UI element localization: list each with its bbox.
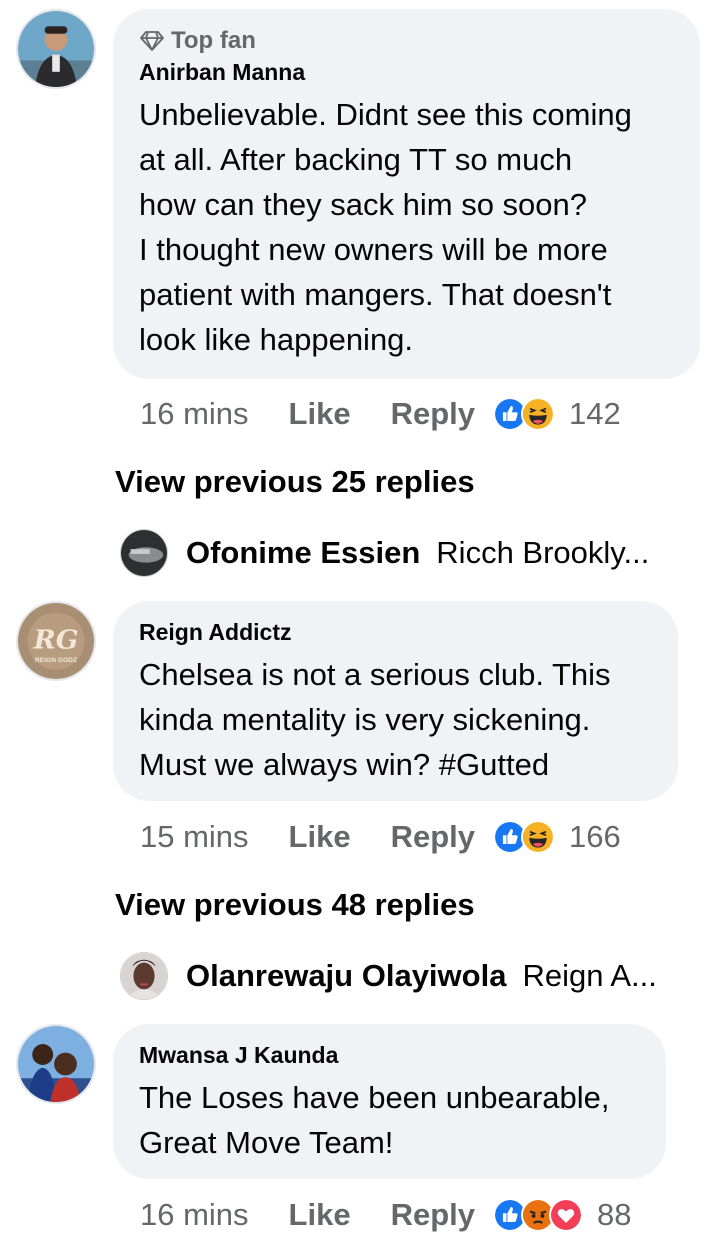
reactions[interactable] xyxy=(493,820,555,854)
reaction-count[interactable]: 88 xyxy=(597,1197,631,1233)
avatar[interactable] xyxy=(16,9,96,89)
comment-text-line: how can they sack him so soon? xyxy=(139,187,588,222)
like-button[interactable]: Like xyxy=(289,396,351,432)
reply-button[interactable]: Reply xyxy=(391,1197,475,1233)
haha-reaction-icon xyxy=(521,397,555,431)
comment-author[interactable]: Anirban Manna xyxy=(139,59,674,86)
latest-reply-preview[interactable]: Ofonime Essien Ricch Brookly... xyxy=(120,527,649,579)
comment-bubble: Mwansa J Kaunda The Loses have been unbe… xyxy=(113,1024,666,1179)
reply-author[interactable]: Ofonime Essien xyxy=(186,535,420,571)
comment-author[interactable]: Reign Addictz xyxy=(139,619,652,646)
avatar-logo-text: REIGN GODZ xyxy=(35,657,77,664)
comment-text-line: The Loses have been unbearable, xyxy=(139,1080,610,1115)
comment-meta: 15 mins Like Reply 166 xyxy=(140,817,621,857)
reply-snippet: Reign A... xyxy=(522,958,657,993)
comment-bubble: Reign Addictz Chelsea is not a serious c… xyxy=(113,601,678,801)
top-fan-label: Top fan xyxy=(171,27,256,54)
comment-text-line: at all. After backing TT so much xyxy=(139,142,573,177)
timestamp[interactable]: 15 mins xyxy=(140,819,249,855)
comment-author[interactable]: Mwansa J Kaunda xyxy=(139,1042,640,1069)
avatar[interactable]: RG REIGN GODZ xyxy=(16,601,96,681)
latest-reply-preview[interactable]: Olanrewaju Olayiwola Reign A... xyxy=(120,950,657,1002)
comment-text-line: kinda mentality is very sickening. xyxy=(139,702,591,737)
view-previous-replies-link[interactable]: View previous 25 replies xyxy=(115,464,475,500)
reply-author[interactable]: Olanrewaju Olayiwola xyxy=(186,958,506,994)
comment-meta: 16 mins Like Reply 88 xyxy=(140,1195,631,1235)
avatar[interactable] xyxy=(120,529,168,577)
avatar[interactable] xyxy=(16,1024,96,1104)
comment-bubble: Top fan Anirban Manna Unbelievable. Didn… xyxy=(113,9,700,379)
timestamp[interactable]: 16 mins xyxy=(140,396,249,432)
comment-text-line: Unbelievable. Didnt see this coming xyxy=(139,97,632,132)
reaction-count[interactable]: 166 xyxy=(569,819,621,855)
comment-text-line: I thought new owners will be more xyxy=(139,232,608,267)
love-reaction-icon xyxy=(549,1198,583,1232)
comment-text: Unbelievable. Didnt see this coming at a… xyxy=(139,92,674,362)
reply-button[interactable]: Reply xyxy=(391,819,475,855)
haha-reaction-icon xyxy=(521,820,555,854)
like-button[interactable]: Like xyxy=(289,1197,351,1233)
reactions[interactable] xyxy=(493,397,555,431)
comment-text-line: patient with mangers. That doesn't xyxy=(139,277,612,312)
timestamp[interactable]: 16 mins xyxy=(140,1197,249,1233)
like-button[interactable]: Like xyxy=(289,819,351,855)
reply-snippet: Ricch Brookly... xyxy=(436,535,650,570)
comment-text: The Loses have been unbearable, Great Mo… xyxy=(139,1075,640,1165)
comment-text-line: Great Move Team! xyxy=(139,1125,394,1160)
top-fan-badge: Top fan xyxy=(139,27,674,55)
avatar[interactable] xyxy=(120,952,168,1000)
reaction-count[interactable]: 142 xyxy=(569,396,621,432)
reply-button[interactable]: Reply xyxy=(391,396,475,432)
comment-meta: 16 mins Like Reply 142 xyxy=(140,394,621,434)
comment-text-line: Chelsea is not a serious club. This xyxy=(139,657,611,692)
comment-text: Chelsea is not a serious club. This kind… xyxy=(139,652,652,787)
diamond-icon xyxy=(140,31,164,51)
comment-text-line: Must we always win? #Gutted xyxy=(139,747,550,782)
view-previous-replies-link[interactable]: View previous 48 replies xyxy=(115,887,475,923)
svg-text:RG: RG xyxy=(33,625,79,656)
comment-text-line: look like happening. xyxy=(139,322,414,357)
reactions[interactable] xyxy=(493,1198,583,1232)
